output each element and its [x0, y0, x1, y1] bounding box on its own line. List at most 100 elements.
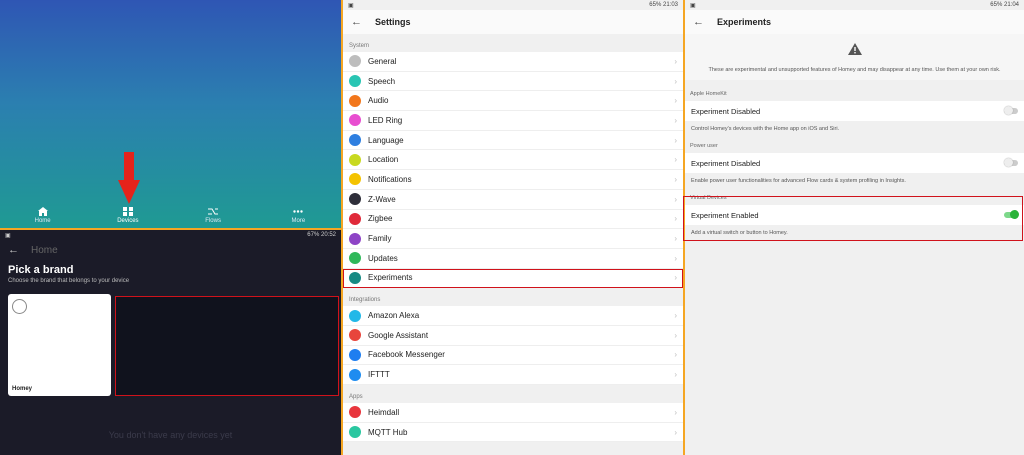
facebook-messenger-icon — [349, 348, 361, 361]
settings-item-updates[interactable]: Updates › — [343, 248, 683, 269]
notification-icon: ▣ — [5, 232, 11, 239]
tab-devices[interactable]: Devices — [85, 202, 170, 228]
tab-more-label: More — [291, 217, 306, 224]
battery-level: 65% — [649, 2, 662, 8]
speech-icon — [349, 75, 361, 88]
settings-item-label: General — [368, 56, 397, 66]
chevron-right-icon: › — [674, 273, 677, 283]
settings-item-audio[interactable]: Audio › — [343, 91, 683, 112]
chevron-right-icon: › — [674, 350, 677, 360]
settings-item-label: Updates — [368, 253, 398, 263]
clock: 21:03 — [662, 2, 678, 8]
section-header: System — [349, 43, 370, 49]
chevron-right-icon: › — [674, 135, 677, 145]
warning-icon — [847, 43, 862, 55]
chevron-right-icon: › — [674, 76, 677, 86]
battery-level: 67% — [307, 232, 320, 238]
settings-item-experiments[interactable]: Experiments › — [343, 268, 683, 289]
tab-home[interactable]: Home — [0, 202, 85, 228]
settings-item-label: Heimdall — [368, 407, 400, 417]
experiment-description: Control Homey's devices with the Home ap… — [691, 126, 840, 132]
family-icon — [349, 232, 361, 245]
settings-item-label: LED Ring — [368, 115, 403, 125]
experiment-toggle[interactable] — [1004, 158, 1018, 167]
settings-item-label: Amazon Alexa — [368, 311, 420, 321]
language-icon — [349, 134, 361, 147]
settings-item-amazon-alexa[interactable]: Amazon Alexa › — [343, 306, 683, 326]
tab-devices-label: Devices — [117, 217, 139, 224]
settings-item-language[interactable]: Language › — [343, 130, 683, 151]
amazon-alexa-icon — [349, 309, 361, 322]
settings-item-heimdall[interactable]: Heimdall › — [343, 403, 683, 423]
experiment-row: Experiment Disabled — [685, 153, 1024, 173]
chevron-right-icon: › — [674, 115, 677, 125]
experiment-status-label: Experiment Disabled — [691, 106, 761, 116]
settings-item-google-assistant[interactable]: Google Assistant › — [343, 325, 683, 346]
clock: 20:52 — [320, 232, 336, 238]
app-bar: ← Experiments — [685, 10, 1024, 34]
mqtt-hub-icon — [349, 426, 361, 439]
led-ring-icon — [349, 114, 361, 127]
section-header: Integrations — [349, 297, 381, 304]
app-bar: ← Settings — [343, 10, 683, 34]
settings-item-z-wave[interactable]: Z-Wave › — [343, 189, 683, 210]
settings-item-label: Facebook Messenger — [368, 350, 445, 360]
page-title: Experiments — [717, 17, 772, 27]
chevron-right-icon: › — [674, 427, 677, 437]
highlight-empty-area — [115, 296, 339, 396]
experiments-icon — [349, 271, 361, 284]
settings-item-label: Notifications — [368, 174, 412, 184]
more-dots-icon — [293, 209, 304, 213]
home-icon — [37, 206, 48, 216]
settings-item-family[interactable]: Family › — [343, 229, 683, 249]
heimdall-icon — [349, 406, 361, 419]
settings-item-facebook-messenger[interactable]: Facebook Messenger › — [343, 345, 683, 366]
status-bar: ▣ 67% 20:52 — [0, 230, 341, 240]
back-arrow-icon[interactable]: ← — [8, 244, 19, 256]
chevron-right-icon: › — [674, 56, 677, 66]
app-bar-title: Home — [31, 244, 58, 256]
toggle-knob — [1004, 158, 1013, 167]
settings-list: System General › Speech › Audio › LED Ring › Lang… — [343, 34, 683, 443]
warning-banner: These are experimental and unsupported f… — [685, 34, 1024, 80]
settings-item-notifications[interactable]: Notifications › — [343, 170, 683, 190]
experiment-description: Enable power user functionalities for ad… — [691, 178, 906, 184]
section-header: Apple HomeKit — [690, 91, 727, 97]
settings-item-label: Experiments — [368, 273, 413, 283]
clock: 21:04 — [1003, 2, 1019, 8]
tab-more[interactable]: More — [256, 202, 341, 228]
chevron-right-icon: › — [674, 214, 677, 224]
back-arrow-icon[interactable]: ← — [693, 16, 704, 28]
settings-screen: ▣ 65% 21:03 ← Settings System General › Spe… — [343, 0, 683, 455]
experiment-status-label: Experiment Disabled — [691, 158, 761, 168]
section-header: Apps — [349, 394, 363, 400]
experiment-row: Experiment Disabled — [685, 101, 1024, 121]
toggle-knob — [1004, 106, 1013, 115]
empty-state-message: You don't have any devices yet — [108, 430, 233, 440]
page-title: Pick a brand — [8, 264, 74, 276]
tab-flows[interactable]: Flows — [171, 202, 256, 228]
red-arrow-indicator — [118, 152, 140, 204]
google-assistant-icon — [349, 329, 361, 342]
settings-item-label: Language — [368, 135, 404, 145]
settings-item-location[interactable]: Location › — [343, 150, 683, 171]
homey-home-screen: Home Devices Flows More — [0, 0, 341, 228]
chevron-right-icon: › — [674, 330, 677, 340]
settings-item-ifttt[interactable]: IFTTT › — [343, 365, 683, 385]
chevron-right-icon: › — [674, 311, 677, 321]
settings-item-led-ring[interactable]: LED Ring › — [343, 111, 683, 131]
notifications-icon — [349, 173, 361, 186]
pick-brand-screen: ▣ 67% 20:52 ← Home Pick a brand Choose t… — [0, 230, 341, 455]
settings-item-speech[interactable]: Speech › — [343, 71, 683, 92]
settings-item-zigbee[interactable]: Zigbee › — [343, 209, 683, 230]
settings-item-mqtt-hub[interactable]: MQTT Hub › — [343, 422, 683, 443]
general-icon — [349, 55, 361, 68]
devices-grid-icon — [122, 206, 133, 216]
chevron-right-icon: › — [674, 407, 677, 417]
bottom-tab-bar: Home Devices Flows More — [0, 202, 341, 228]
back-arrow-icon[interactable]: ← — [351, 16, 362, 28]
brand-card-homey[interactable]: Homey — [8, 294, 111, 396]
chevron-right-icon: › — [674, 96, 677, 106]
settings-item-general[interactable]: General › — [343, 52, 683, 72]
experiment-toggle[interactable] — [1004, 106, 1018, 115]
